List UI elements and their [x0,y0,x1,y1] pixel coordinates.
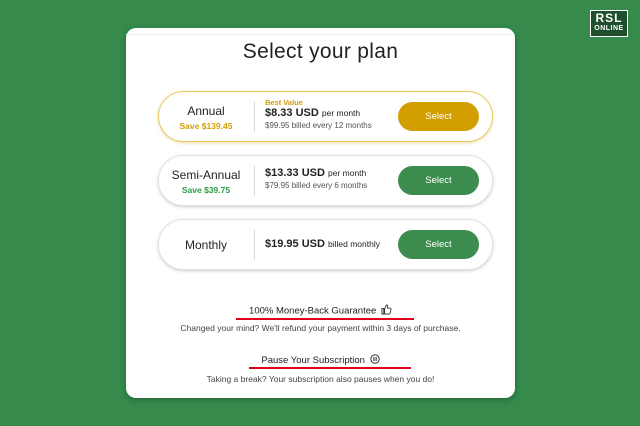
plan-selection-card: Select your plan Annual Save $139.45 Bes… [126,28,515,398]
plan-pricing-semi-annual: $13.33 USD per month $79.95 billed every… [265,156,395,205]
plan-divider [254,165,255,196]
plan-billing-detail: $99.95 billed every 12 months [265,121,372,130]
plan-name: Semi-Annual [171,168,241,182]
money-back-guarantee: 100% Money-Back Guarantee [126,304,515,318]
card-top-divider [126,34,515,35]
logo-text-primary: RSL [595,11,623,25]
page-title: Select your plan [242,40,399,63]
plan-price-amount: $8.33 USD [265,107,319,119]
pause-icon [369,354,380,367]
plan-price-amount: $13.33 USD [265,167,325,179]
plan-card-annual[interactable]: Annual Save $139.45 Best Value $8.33 USD… [158,91,493,142]
plan-name: Monthly [184,238,228,252]
select-semi-annual-button[interactable]: Select [398,166,479,195]
pause-underline [249,367,411,369]
plan-divider [254,101,255,132]
plan-price-period: per month [328,168,367,178]
guarantee-title: 100% Money-Back Guarantee [249,305,377,317]
plan-label-monthly: Monthly [159,220,253,269]
pause-description: Taking a break? Your subscription also p… [206,374,435,384]
plan-price: $13.33 USD per month [265,167,395,179]
select-annual-button[interactable]: Select [398,102,479,131]
plan-label-annual: Annual Save $139.45 [159,92,253,141]
guarantee-underline [236,318,414,320]
pause-subscription: Pause Your Subscription [126,354,515,367]
brand-logo: RSL ONLINE [590,10,628,37]
plan-card-monthly[interactable]: Monthly $19.95 USD billed monthly Select [158,219,493,270]
thumbs-up-icon [381,304,392,318]
plan-price-amount: $19.95 USD [265,238,325,250]
plan-card-semi-annual[interactable]: Semi-Annual Save $39.75 $13.33 USD per m… [158,155,493,206]
plan-savings: Save $39.75 [181,185,231,195]
select-monthly-button[interactable]: Select [398,230,479,259]
plan-divider [254,229,255,260]
guarantee-description: Changed your mind? We'll refund your pay… [180,323,461,333]
plan-billing-detail: $79.95 billed every 6 months [265,181,368,190]
plan-name: Annual [187,104,225,118]
plan-label-semi-annual: Semi-Annual Save $39.75 [159,156,253,205]
pause-title: Pause Your Subscription [261,355,365,367]
plan-savings: Save $139.45 [179,121,233,131]
plan-price-period: per month [321,108,361,118]
best-value-badge: Best Value [265,98,303,107]
plan-price: $8.33 USD per month [265,107,395,119]
plan-pricing-monthly: $19.95 USD billed monthly [265,220,395,269]
plan-price-period: billed monthly [328,239,380,249]
logo-text-secondary: ONLINE [594,25,624,32]
plan-pricing-annual: Best Value $8.33 USD per month $99.95 bi… [265,92,395,141]
plan-price: $19.95 USD billed monthly [265,238,395,250]
